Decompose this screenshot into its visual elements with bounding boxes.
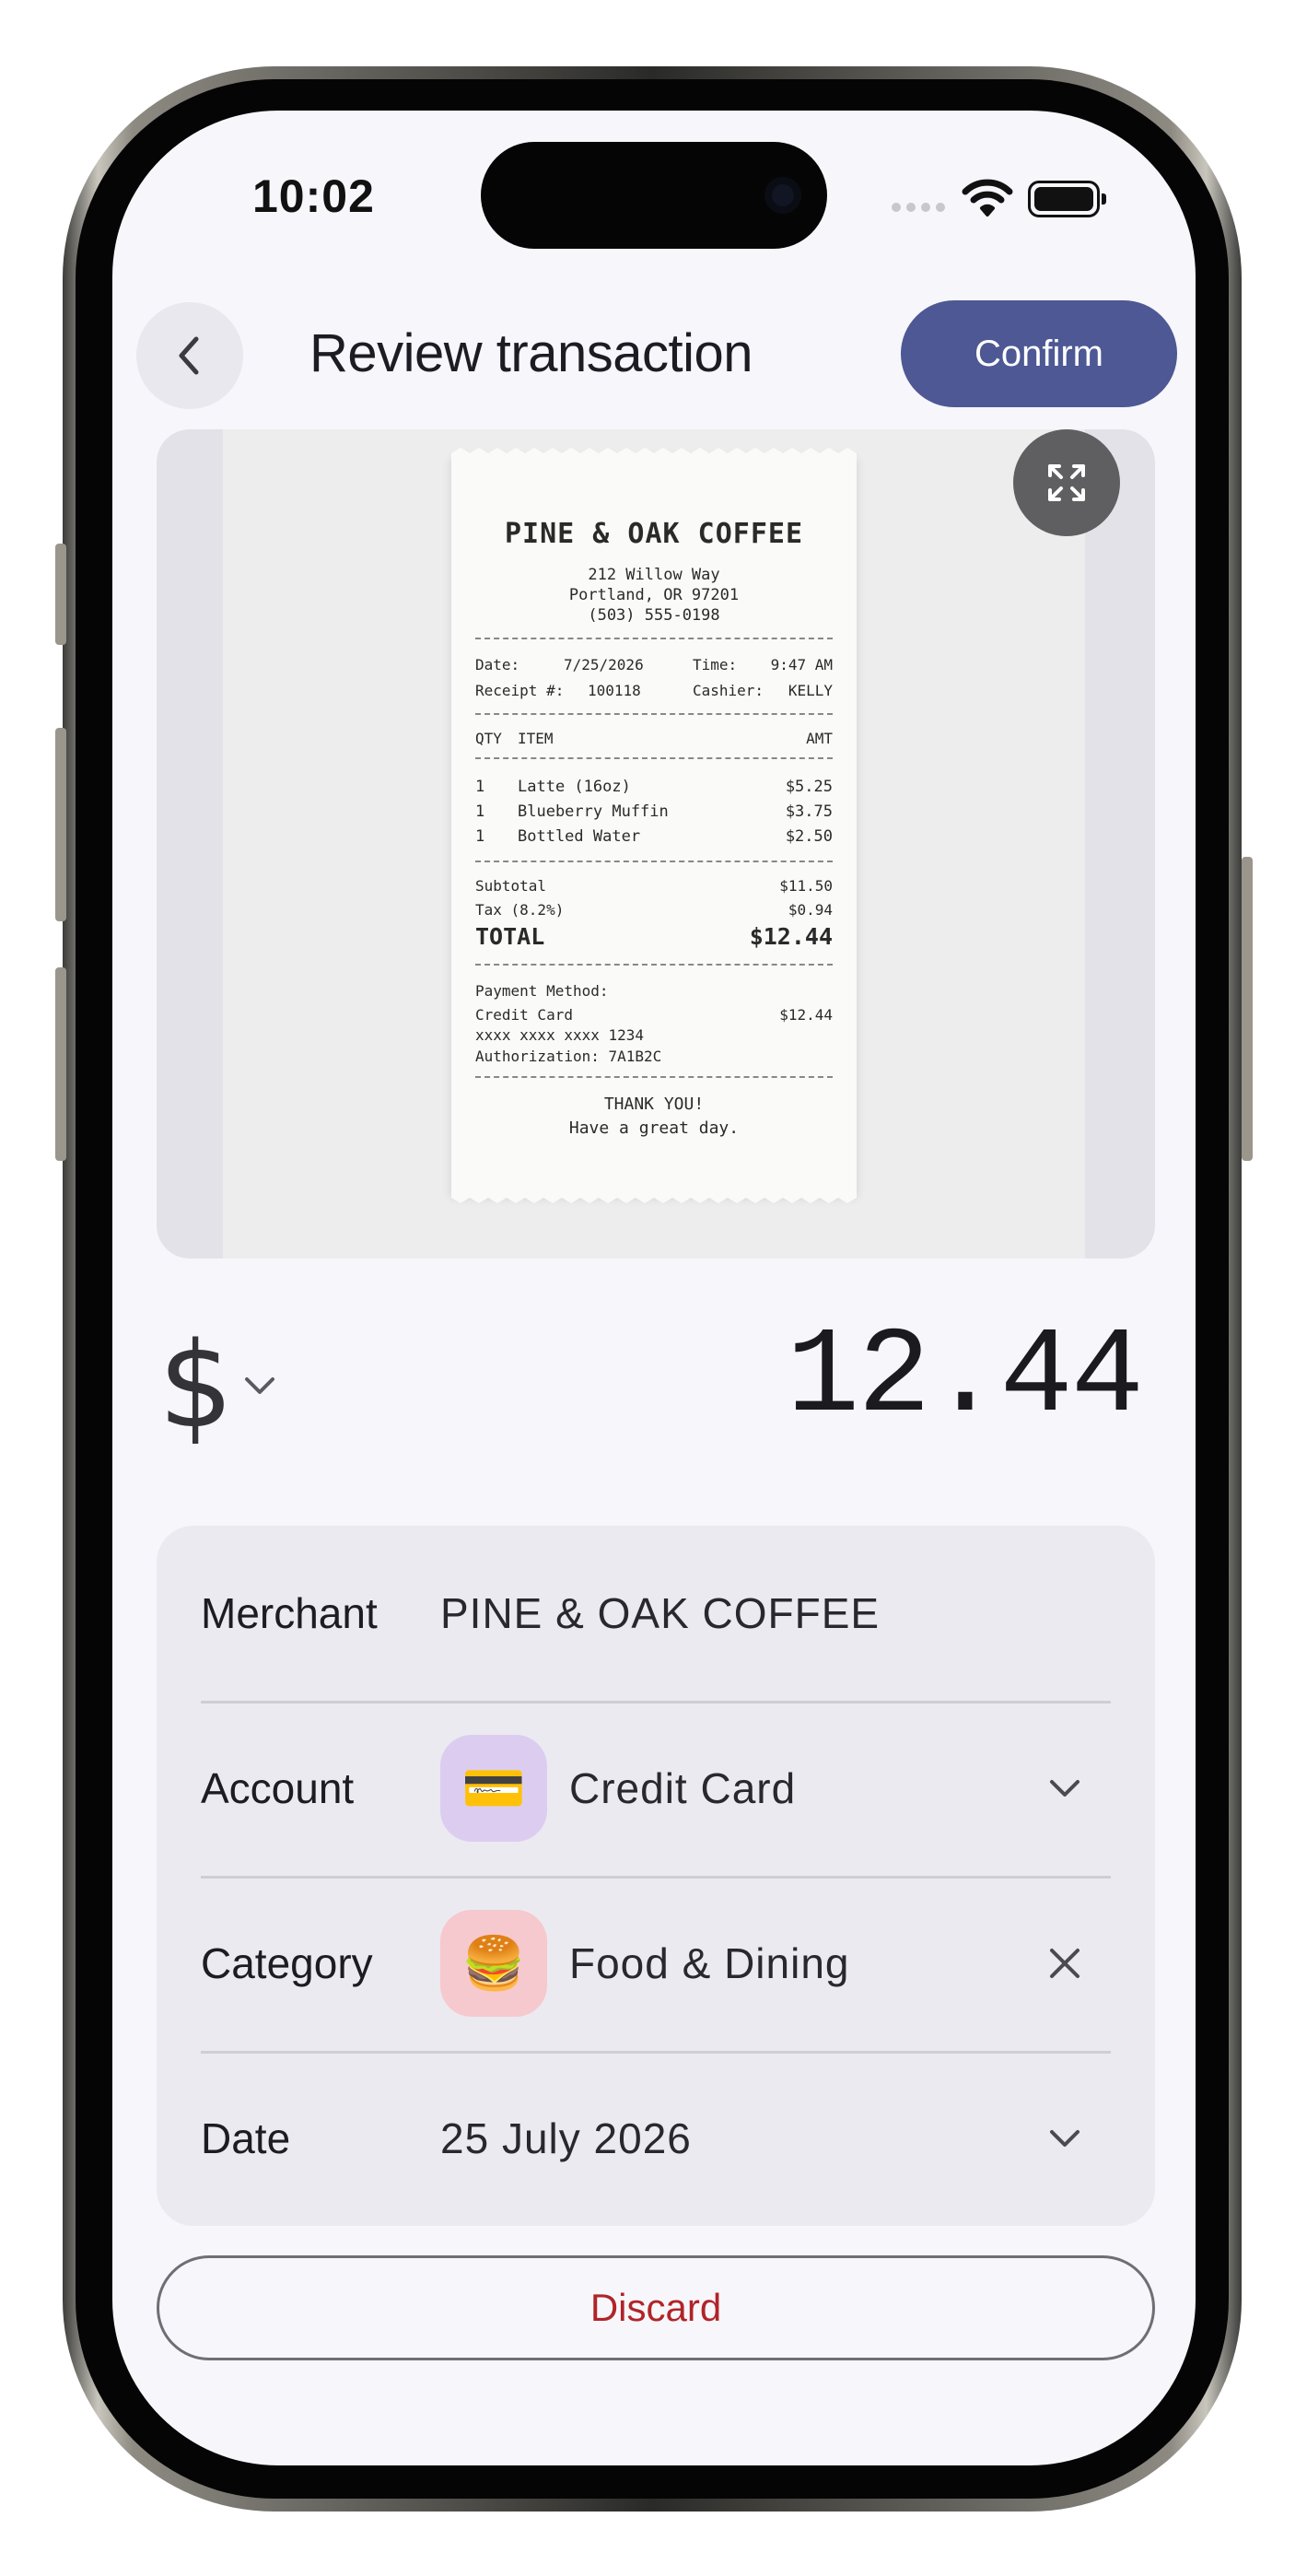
- account-value: Credit Card: [569, 1764, 797, 1812]
- receipt-address-line-2: Portland, OR 97201: [568, 586, 740, 604]
- receipt-cashier: KELLY: [788, 682, 833, 699]
- transaction-details-card: Merchant PINE & OAK COFFEE Account 💳 Cre…: [157, 1526, 1155, 2226]
- receipt-farewell: Have a great day.: [568, 1118, 740, 1138]
- receipt-subtotal: $11.50: [779, 877, 833, 895]
- receipt-authorization: Authorization: 7A1B2C: [475, 1048, 662, 1065]
- receipt-edge-bottom: [451, 1192, 857, 1203]
- phone-screen: 10:02 Review transaction Confirm PINE & …: [112, 111, 1196, 2465]
- chevron-down-icon[interactable]: [241, 1373, 278, 1399]
- receipt-paper: PINE & OAK COFFEE 212 Willow Way Portlan…: [451, 448, 857, 1203]
- receipt-date-label: Date:: [475, 656, 520, 673]
- hamburger-emoji: 🍔: [461, 1934, 526, 1992]
- date-label: Date: [201, 2114, 291, 2162]
- receipt-item-name: Blueberry Muffin: [518, 802, 669, 821]
- receipt-total-label: TOTAL: [475, 923, 545, 950]
- receipt-number-label: Receipt #:: [475, 682, 565, 699]
- receipt-col-item: ITEM: [518, 730, 554, 747]
- receipt-item-qty: 1: [475, 778, 485, 796]
- date-value: 25 July 2026: [440, 2114, 692, 2162]
- receipt-separator: [475, 638, 833, 639]
- account-label: Account: [201, 1764, 355, 1812]
- receipt-item-name: Bottled Water: [518, 827, 641, 846]
- receipt-separator: [475, 713, 833, 715]
- receipt-separator: [475, 1076, 833, 1078]
- wifi-icon: [962, 179, 1013, 217]
- receipt-phone: (503) 555-0198: [588, 606, 720, 625]
- status-time: 10:02: [252, 170, 375, 222]
- category-row[interactable]: Category 🍔 Food & Dining: [201, 1876, 1111, 2051]
- merchant-label: Merchant: [201, 1589, 378, 1637]
- receipt-payment-label: Payment Method:: [475, 982, 609, 1000]
- receipt-item-qty: 1: [475, 802, 485, 821]
- expand-image-button[interactable]: [1013, 429, 1120, 536]
- category-value: Food & Dining: [569, 1939, 850, 1987]
- receipt-time: 9:47 AM: [770, 656, 833, 673]
- discard-button[interactable]: Discard: [157, 2255, 1155, 2360]
- chevron-down-icon: [1050, 1780, 1079, 1797]
- chevron-down-icon: [1050, 2130, 1079, 2147]
- action-button: [55, 544, 66, 645]
- close-icon: [1050, 1949, 1079, 1978]
- receipt-col-qty: QTY: [475, 730, 502, 747]
- receipt-item-amt: $2.50: [785, 827, 833, 846]
- merchant-value[interactable]: PINE & OAK COFFEE: [440, 1588, 880, 1638]
- battery-icon: [1028, 181, 1106, 217]
- receipt-separator: [475, 861, 833, 862]
- date-picker-button[interactable]: [1037, 2111, 1092, 2166]
- receipt-item-amt: $3.75: [785, 802, 833, 821]
- confirm-button[interactable]: Confirm: [901, 300, 1177, 407]
- back-button[interactable]: [136, 302, 243, 409]
- receipt-date: 7/25/2026: [564, 656, 644, 673]
- merchant-row[interactable]: Merchant PINE & OAK COFFEE: [201, 1526, 1111, 1701]
- credit-card-icon: 💳: [440, 1735, 547, 1842]
- cellular-signal-icon: [892, 203, 945, 212]
- category-label: Category: [201, 1939, 373, 1987]
- account-row[interactable]: Account 💳 Credit Card: [201, 1701, 1111, 1876]
- amount-value[interactable]: 12.44: [787, 1308, 1144, 1446]
- receipt-total: $12.44: [749, 923, 833, 950]
- volume-down-button: [55, 967, 66, 1161]
- receipt-card-number: xxxx xxxx xxxx 1234: [475, 1026, 645, 1044]
- receipt-item-qty: 1: [475, 827, 485, 846]
- receipt-thanks: THANK YOU!: [603, 1095, 705, 1114]
- receipt-tax-label: Tax (8.2%): [475, 901, 565, 919]
- date-row[interactable]: Date 25 July 2026: [201, 2051, 1111, 2226]
- receipt-col-amt: AMT: [806, 730, 833, 747]
- currency-symbol[interactable]: $: [158, 1317, 233, 1455]
- receipt-subtotal-label: Subtotal: [475, 877, 547, 895]
- credit-card-emoji: 💳: [461, 1759, 526, 1817]
- power-button: [1242, 857, 1253, 1161]
- page-title: Review transaction: [309, 323, 753, 383]
- receipt-time-label: Time:: [693, 656, 738, 673]
- receipt-cashier-label: Cashier:: [693, 682, 764, 699]
- receipt-separator: [475, 964, 833, 966]
- receipt-tax: $0.94: [788, 901, 833, 919]
- account-dropdown-button[interactable]: [1037, 1761, 1092, 1816]
- volume-up-button: [55, 728, 66, 921]
- receipt-payment-amount: $12.44: [779, 1006, 833, 1024]
- receipt-payment-method: Credit Card: [475, 1006, 573, 1024]
- receipt-number: 100118: [588, 682, 641, 699]
- receipt-edge-top: [451, 448, 857, 459]
- receipt-address-line-1: 212 Willow Way: [588, 566, 720, 584]
- receipt-store-name: PINE & OAK COFFEE: [504, 518, 804, 550]
- receipt-item-amt: $5.25: [785, 778, 833, 796]
- hamburger-icon: 🍔: [440, 1910, 547, 2017]
- receipt-item-name: Latte (16oz): [518, 778, 631, 796]
- clear-category-button[interactable]: [1037, 1936, 1092, 1991]
- dynamic-island: [481, 142, 827, 249]
- chevron-left-icon: [179, 336, 199, 375]
- front-camera: [764, 177, 801, 214]
- receipt-image[interactable]: PINE & OAK COFFEE 212 Willow Way Portlan…: [157, 429, 1155, 1259]
- receipt-separator: [475, 757, 833, 759]
- expand-icon: [1048, 464, 1085, 501]
